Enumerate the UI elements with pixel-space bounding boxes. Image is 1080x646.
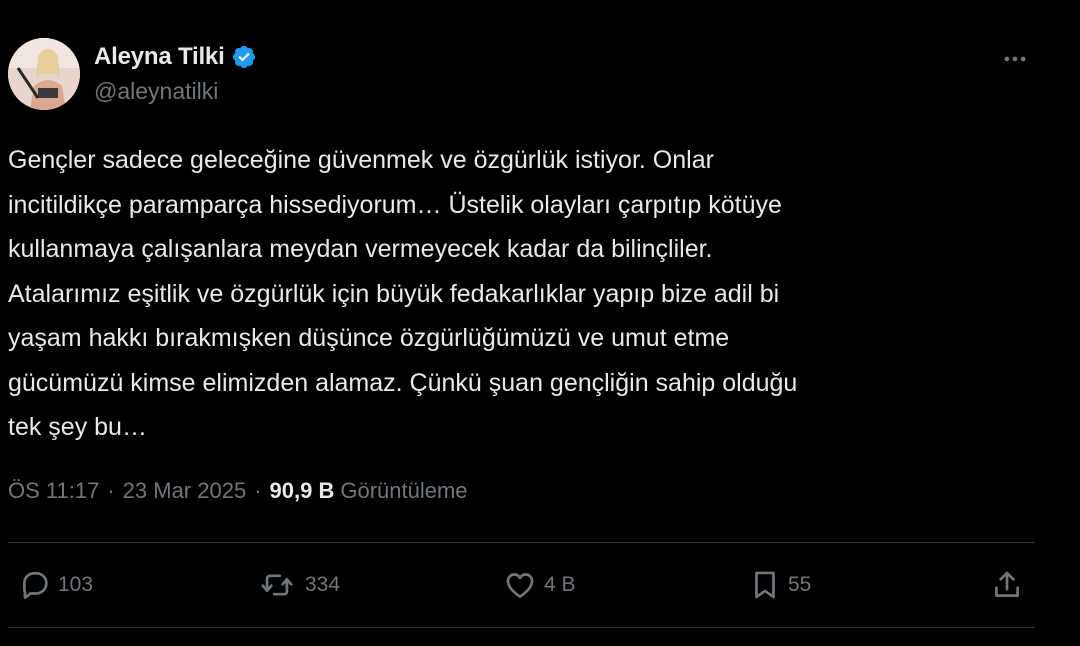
tweet-text-line: gücümüzü kimse elimizden alamaz. Çünkü ş…: [8, 368, 798, 397]
action-bar: 103 334 4 B 55: [0, 566, 1080, 604]
tweet-text-line: incitildikçe paramparça hissediyorum… Üs…: [8, 190, 782, 219]
bookmark-button[interactable]: 55: [748, 566, 811, 604]
avatar[interactable]: [8, 38, 80, 110]
views-label: Görüntüleme: [340, 478, 468, 503]
retweet-button[interactable]: 334: [255, 566, 340, 604]
tweet-card: Aleyna Tilki @aleynatilki Gençler sadece…: [0, 0, 1080, 646]
tweet-time[interactable]: ÖS 11:17: [8, 478, 99, 504]
display-name[interactable]: Aleyna Tilki: [94, 43, 225, 71]
tweet-text-line: Atalarımız eşitlik ve özgürlük için büyü…: [8, 279, 780, 308]
share-icon: [990, 568, 1024, 602]
avatar-image: [8, 38, 80, 110]
more-options-icon[interactable]: [1000, 44, 1030, 74]
bookmark-count: 55: [788, 573, 812, 596]
tweet-meta: ÖS 11:17 · 23 Mar 2025 · 90,9 B Görüntül…: [8, 478, 468, 504]
tweet-text-line: Gençler sadece geleceğine güvenmek ve öz…: [8, 146, 714, 174]
tweet-text-line: kullanmaya çalışanlara meydan vermeyecek…: [8, 235, 713, 263]
heart-icon: [502, 568, 538, 602]
author-block: Aleyna Tilki @aleynatilki: [94, 40, 257, 105]
tweet-date[interactable]: 23 Mar 2025: [123, 478, 247, 504]
name-row: Aleyna Tilki: [94, 40, 257, 74]
views-count: 90,9 B: [269, 478, 335, 503]
meta-separator: ·: [107, 478, 115, 503]
tweet-text-line: tek şey bu…: [8, 413, 147, 441]
bookmark-icon: [748, 567, 782, 603]
share-button[interactable]: [990, 566, 1024, 604]
reply-count: 103: [58, 573, 94, 596]
like-button[interactable]: 4 B: [502, 566, 576, 604]
meta-separator: ·: [254, 478, 262, 503]
tweet-text-line: yaşam hakkı bırakmışken düşünce özgürlüğ…: [8, 324, 730, 352]
retweet-count: 334: [305, 573, 341, 596]
reply-icon: [18, 568, 52, 602]
reply-button[interactable]: 103: [18, 566, 93, 604]
divider: [8, 627, 1035, 628]
handle[interactable]: @aleynatilki: [94, 78, 257, 105]
like-count: 4 B: [544, 573, 576, 596]
divider: [8, 542, 1035, 543]
retweet-icon: [255, 568, 299, 602]
tweet-text: Gençler sadece geleceğine güvenmek ve öz…: [8, 138, 1068, 450]
verified-badge-icon[interactable]: [231, 44, 257, 70]
